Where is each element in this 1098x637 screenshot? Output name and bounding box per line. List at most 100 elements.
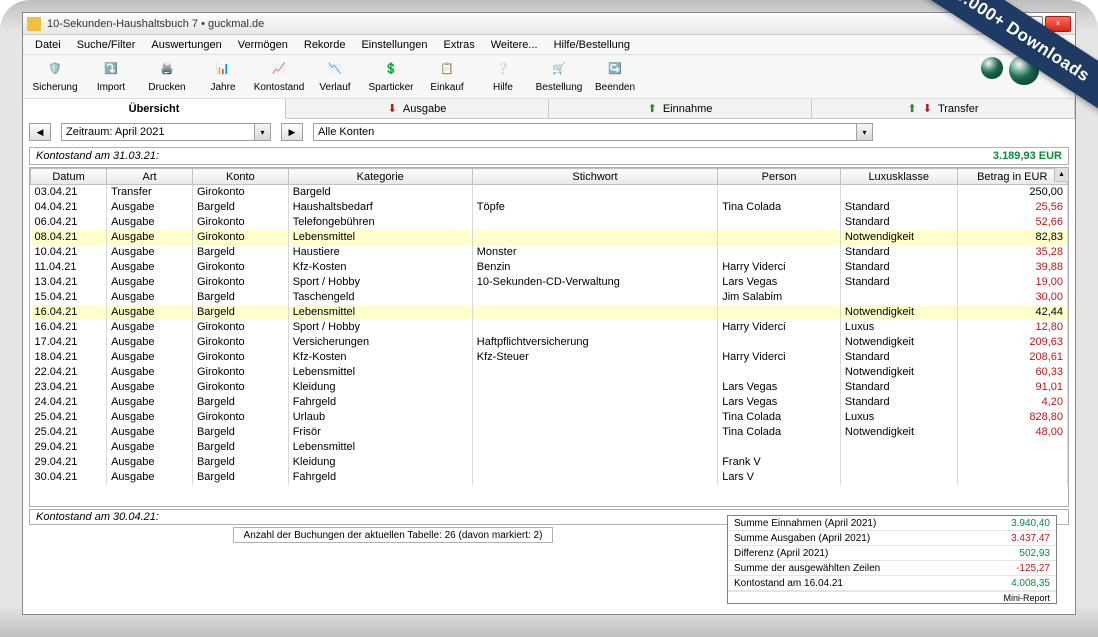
window-title: 10-Sekunden-Haushaltsbuch 7 • guckmal.de (47, 18, 989, 30)
table-row[interactable]: 25.04.21AusgabeGirokontoUrlaubTina Colad… (31, 410, 1068, 425)
table-row[interactable]: 24.04.21AusgabeBargeldFahrgeldLars Vegas… (31, 395, 1068, 410)
table-row[interactable]: 16.04.21AusgabeGirokontoSport / HobbyHar… (31, 320, 1068, 335)
tabbar: Übersicht ⬇Ausgabe ⬆Einnahme ⬆⬇Transfer (23, 99, 1075, 119)
chevron-down-icon: ▾ (254, 124, 270, 140)
menu-auswertungen[interactable]: Auswertungen (143, 37, 229, 53)
tab-uebersicht[interactable]: Übersicht (23, 99, 286, 119)
arrow-down-icon: ⬇ (388, 102, 397, 115)
arrow-down-icon: ⬇ (923, 102, 932, 115)
period-combo[interactable]: Zeitraum: April 2021 ▾ (61, 123, 271, 141)
tab-einnahme[interactable]: ⬆Einnahme (549, 99, 812, 118)
tb-einkauf[interactable]: 📋Einkauf (419, 59, 475, 96)
col-datum[interactable]: Datum (31, 169, 107, 185)
col-betrag[interactable]: Betrag in EUR (957, 169, 1068, 185)
mr-ausgaben-value: 3.437,47 (1011, 533, 1050, 544)
mr-kontostand-label: Kontostand am 16.04.21 (734, 578, 843, 589)
mr-title: Mini-Report (728, 591, 1056, 603)
table-row[interactable]: 30.04.21AusgabeBargeldFahrgeldLars V (31, 470, 1068, 485)
period-combo-value: Zeitraum: April 2021 (66, 126, 164, 138)
mr-selected-label: Summe der ausgewählten Zeilen (734, 563, 880, 574)
tb-beenden[interactable]: ↪️Beenden (587, 59, 643, 96)
mr-kontostand-value: 4.008,35 (1011, 578, 1050, 589)
titlebar: 10-Sekunden-Haushaltsbuch 7 • guckmal.de… (23, 13, 1075, 35)
table-row[interactable]: 15.04.21AusgabeBargeldTaschengeldJim Sal… (31, 290, 1068, 305)
arrow-up-icon: ⬆ (908, 102, 917, 115)
table-row[interactable]: 10.04.21AusgabeBargeldHaustiereMonsterSt… (31, 245, 1068, 260)
tb-bestellung[interactable]: 🛒Bestellung (531, 59, 587, 96)
table-row[interactable]: 08.04.21AusgabeGirokontoLebensmittelNotw… (31, 230, 1068, 245)
mr-einnahmen-label: Summe Einnahmen (April 2021) (734, 518, 876, 529)
shield-icon: 🛡️ (44, 62, 66, 80)
menu-einstellungen[interactable]: Einstellungen (353, 37, 435, 53)
account-combo-value: Alle Konten (318, 126, 374, 138)
table-row[interactable]: 17.04.21AusgabeGirokontoVersicherungenHa… (31, 335, 1068, 350)
account-combo[interactable]: Alle Konten ▾ (313, 123, 873, 141)
scroll-up-button[interactable]: ▲ (1054, 168, 1068, 182)
mr-einnahmen-value: 3.940,40 (1011, 518, 1050, 529)
table-row[interactable]: 03.04.21TransferGirokontoBargeld250,00 (31, 185, 1068, 201)
closing-balance-label: Kontostand am 30.04.21: (36, 511, 159, 523)
table-row[interactable]: 23.04.21AusgabeGirokontoKleidungLars Veg… (31, 380, 1068, 395)
row-count-bar: Anzahl der Buchungen der aktuellen Tabel… (233, 527, 553, 543)
table-row[interactable]: 29.04.21AusgabeBargeldKleidungFrank V (31, 455, 1068, 470)
list-icon: 📋 (436, 62, 458, 80)
toolbar: 🛡️Sicherung ⤵️Import 🖨️Drucken 📊Jahre 📈K… (23, 55, 1075, 99)
table-row[interactable]: 18.04.21AusgabeGirokontoKfz-KostenKfz-St… (31, 350, 1068, 365)
period-next-button[interactable]: ▶ (281, 123, 303, 141)
table-row[interactable]: 11.04.21AusgabeGirokontoKfz-KostenBenzin… (31, 260, 1068, 275)
col-stichwort[interactable]: Stichwort (472, 169, 717, 185)
mr-ausgaben-label: Summe Ausgaben (April 2021) (734, 533, 870, 544)
menu-vermoegen[interactable]: Vermögen (230, 37, 296, 53)
mr-selected-value: -125,27 (1016, 563, 1050, 574)
tb-sparticker[interactable]: 💲Sparticker (363, 59, 419, 96)
question-icon: ❔ (492, 62, 514, 80)
tb-hilfe[interactable]: ❔Hilfe (475, 59, 531, 96)
tb-sicherung[interactable]: 🛡️Sicherung (27, 59, 83, 96)
exit-icon: ↪️ (604, 62, 626, 80)
menu-weitere[interactable]: Weitere... (483, 37, 546, 53)
table-row[interactable]: 13.04.21AusgabeGirokontoSport / Hobby10-… (31, 275, 1068, 290)
piggy-icon: 💲 (380, 62, 402, 80)
opening-balance-value: 3.189,93 EUR (993, 150, 1062, 162)
col-art[interactable]: Art (107, 169, 193, 185)
mr-differenz-value: 502,93 (1019, 548, 1050, 559)
opening-balance-label: Kontostand am 31.03.21: (36, 150, 159, 162)
table-row[interactable]: 04.04.21AusgabeBargeldHaushaltsbedarfTöp… (31, 200, 1068, 215)
col-person[interactable]: Person (718, 169, 841, 185)
tb-drucken[interactable]: 🖨️Drucken (139, 59, 195, 96)
col-kategorie[interactable]: Kategorie (288, 169, 472, 185)
table-row[interactable]: 25.04.21AusgabeBargeldFrisörTina ColadaN… (31, 425, 1068, 440)
period-prev-button[interactable]: ◀ (29, 123, 51, 141)
table-row[interactable]: 29.04.21AusgabeBargeldLebensmittel (31, 440, 1068, 455)
line-chart-icon: 📈 (268, 62, 290, 80)
table-row[interactable]: 16.04.21AusgabeBargeldLebensmittelNotwen… (31, 305, 1068, 320)
import-icon: ⤵️ (100, 62, 122, 80)
tb-kontostand[interactable]: 📈Kontostand (251, 59, 307, 96)
app-window: 10-Sekunden-Haushaltsbuch 7 • guckmal.de… (22, 12, 1076, 615)
tab-transfer[interactable]: ⬆⬇Transfer (812, 99, 1075, 118)
tb-verlauf[interactable]: 📉Verlauf (307, 59, 363, 96)
tab-ausgabe[interactable]: ⬇Ausgabe (286, 99, 549, 118)
arrow-up-icon: ⬆ (648, 102, 657, 115)
row-count-text: Anzahl der Buchungen der aktuellen Tabel… (244, 530, 543, 541)
table-row[interactable]: 06.04.21AusgabeGirokontoTelefongebührenS… (31, 215, 1068, 230)
menu-suche-filter[interactable]: Suche/Filter (69, 37, 144, 53)
cart-icon: 🛒 (548, 62, 570, 80)
col-luxusklasse[interactable]: Luxusklasse (840, 169, 957, 185)
app-icon (27, 17, 41, 31)
laptop-frame: 10-Sekunden-Haushaltsbuch 7 • guckmal.de… (0, 0, 1098, 637)
menu-rekorde[interactable]: Rekorde (296, 37, 354, 53)
mr-differenz-label: Differenz (April 2021) (734, 548, 828, 559)
table-row[interactable]: 22.04.21AusgabeGirokontoLebensmittelNotw… (31, 365, 1068, 380)
menu-extras[interactable]: Extras (436, 37, 483, 53)
col-konto[interactable]: Konto (192, 169, 288, 185)
filterbar: ◀ Zeitraum: April 2021 ▾ ▶ Alle Konten ▾ (23, 119, 1075, 145)
menu-datei[interactable]: Datei (27, 37, 69, 53)
menu-hilfe[interactable]: Hilfe/Bestellung (546, 37, 638, 53)
opening-balance-bar: Kontostand am 31.03.21: 3.189,93 EUR (29, 147, 1069, 165)
tb-jahre[interactable]: 📊Jahre (195, 59, 251, 96)
menubar: Datei Suche/Filter Auswertungen Vermögen… (23, 35, 1075, 55)
chevron-down-icon: ▾ (856, 124, 872, 140)
bar-chart-icon: 📊 (212, 62, 234, 80)
tb-import[interactable]: ⤵️Import (83, 59, 139, 96)
